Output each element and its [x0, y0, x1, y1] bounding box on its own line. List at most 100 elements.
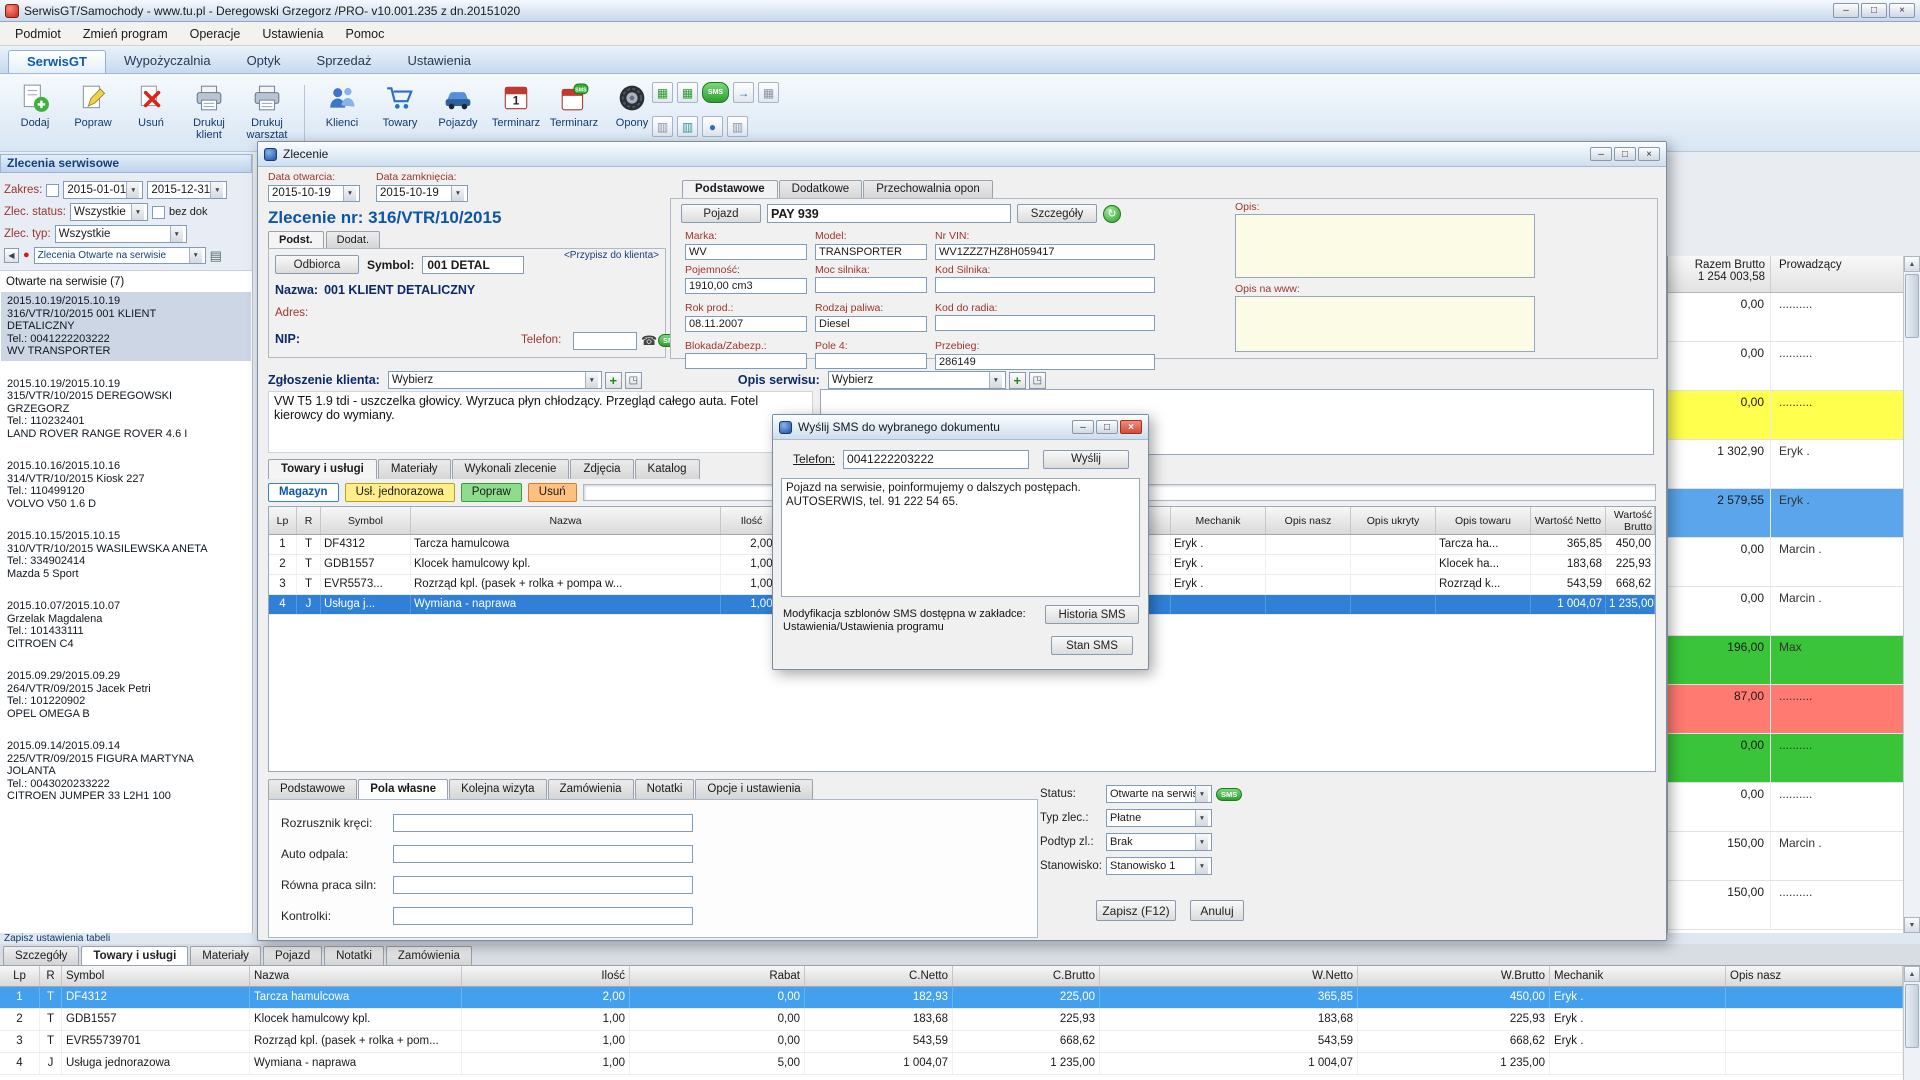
- podtyp-select[interactable]: Brak▼: [1106, 833, 1212, 851]
- field-input[interactable]: 1910,00 cm3: [685, 278, 807, 294]
- add-template-button[interactable]: +: [1009, 372, 1026, 389]
- column-header[interactable]: C.Netto: [805, 966, 953, 986]
- module-tab[interactable]: Sprzedaż: [299, 50, 390, 73]
- column-header[interactable]: Wartość Brutto: [1606, 507, 1655, 534]
- column-header[interactable]: Lp: [0, 966, 40, 986]
- opis-serwisu-select[interactable]: Wybierz▼: [828, 371, 1006, 389]
- order-list-item[interactable]: 2015.10.19/2015.10.19 316/VTR/10/2015 00…: [1, 292, 251, 361]
- order-total-row[interactable]: 150,00 Marcin .: [1668, 832, 1903, 881]
- symbol-value[interactable]: 001 DETAL: [422, 256, 524, 274]
- column-header[interactable]: Symbol: [62, 966, 250, 986]
- custom-field-input[interactable]: [393, 907, 693, 925]
- custom-field-input[interactable]: [393, 814, 693, 832]
- order-total-row[interactable]: 150,00 ..........: [1668, 881, 1903, 930]
- order-list-item[interactable]: 2015.10.16/2015.10.16 314/VTR/10/2015 Ki…: [1, 457, 251, 513]
- bottom-table-row[interactable]: 2 T GDB1557 Klocek hamulcowy kpl. 1,00 0…: [0, 1009, 1903, 1031]
- field-input[interactable]: Diesel: [815, 316, 927, 332]
- order-total-row[interactable]: 0,00 ..........: [1668, 293, 1903, 342]
- background-toolbar-icon[interactable]: ▥: [727, 116, 748, 137]
- magazyn-button[interactable]: Magazyn: [268, 483, 339, 502]
- vertical-scrollbar[interactable]: ▲ ▼: [1903, 256, 1920, 933]
- column-header[interactable]: W.Netto: [1100, 966, 1358, 986]
- order-total-row[interactable]: 0,00 ..........: [1668, 391, 1903, 440]
- background-toolbar-icon[interactable]: ▥: [677, 116, 698, 137]
- details-tab[interactable]: Zamówienia: [548, 779, 634, 799]
- vehicle-tab[interactable]: Przechowalnia opon: [863, 180, 993, 198]
- column-header[interactable]: Nazwa: [411, 507, 721, 534]
- popraw-button[interactable]: Popraw: [461, 483, 522, 502]
- field-input[interactable]: [685, 353, 807, 369]
- order-list-item[interactable]: 2015.09.29/2015.09.29 264/VTR/09/2015 Ja…: [1, 667, 251, 723]
- field-input[interactable]: 08.11.2007: [685, 316, 807, 332]
- column-header[interactable]: R: [297, 507, 321, 534]
- bottom-tab[interactable]: Szczegóły: [3, 946, 79, 965]
- items-tab[interactable]: Katalog: [635, 459, 700, 479]
- pojazd-button[interactable]: Pojazd: [681, 204, 761, 223]
- print-list-icon[interactable]: ▤: [210, 249, 222, 262]
- calendar-dropdown-icon[interactable]: ▼: [343, 186, 356, 201]
- column-header[interactable]: C.Brutto: [953, 966, 1100, 986]
- usun-button[interactable]: Usuń: [528, 483, 577, 502]
- zgloszenie-select[interactable]: Wybierz▼: [388, 371, 602, 389]
- items-tab[interactable]: Materiały: [378, 459, 451, 479]
- bez-dok-checkbox[interactable]: [152, 206, 165, 219]
- scroll-up-icon[interactable]: ▲: [1904, 256, 1920, 272]
- data-otwarcia-input[interactable]: 2015-10-19▼: [268, 185, 360, 202]
- delete-order-button[interactable]: Usuń: [122, 79, 180, 129]
- close-button[interactable]: ×: [1120, 420, 1142, 434]
- alert-icon[interactable]: ●: [23, 250, 30, 261]
- column-header[interactable]: W.Brutto: [1358, 966, 1550, 986]
- column-header[interactable]: Opis nasz: [1726, 966, 1903, 986]
- custom-field-input[interactable]: [393, 845, 693, 863]
- calendar-button[interactable]: 1 Terminarz: [487, 79, 545, 129]
- order-total-row[interactable]: 0,00 ..........: [1668, 783, 1903, 832]
- typ-zlec-select[interactable]: Płatne▼: [1106, 809, 1212, 827]
- module-tab[interactable]: Wypożyczalnia: [106, 50, 229, 73]
- dropdown-arrow-icon[interactable]: ▼: [170, 226, 183, 242]
- calendar-sms-button[interactable]: SMS Terminarz: [545, 79, 603, 129]
- dropdown-arrow-icon[interactable]: ▼: [131, 204, 144, 220]
- dropdown-arrow-icon[interactable]: ▼: [1195, 786, 1208, 802]
- menu-item[interactable]: Podmiot: [4, 24, 72, 44]
- order-total-row[interactable]: 2 579,55 Eryk .: [1668, 489, 1903, 538]
- column-header[interactable]: Opis nasz: [1266, 507, 1351, 534]
- add-order-button[interactable]: Dodaj: [6, 79, 64, 129]
- order-list-item[interactable]: 2015.10.19/2015.10.19 315/VTR/10/2015 DE…: [1, 375, 251, 444]
- column-header[interactable]: Rabat: [630, 966, 805, 986]
- stanowisko-select[interactable]: Stanowisko 1▼: [1106, 857, 1212, 875]
- items-tab[interactable]: Wykonali zlecenie: [452, 459, 570, 479]
- field-input[interactable]: [935, 315, 1155, 331]
- column-header[interactable]: Symbol: [321, 507, 411, 534]
- date-to-input[interactable]: 2015-12-31▼: [147, 181, 227, 199]
- goods-button[interactable]: Towary: [371, 79, 429, 129]
- maximize-button[interactable]: □: [1861, 3, 1887, 18]
- column-header[interactable]: Nazwa: [250, 966, 462, 986]
- menu-item[interactable]: Zmień program: [72, 24, 179, 44]
- phone-icon[interactable]: ☎: [641, 333, 657, 349]
- details-tab[interactable]: Notatki: [635, 779, 695, 799]
- order-total-row[interactable]: 0,00 ..........: [1668, 734, 1903, 783]
- menu-item[interactable]: Operacje: [179, 24, 252, 44]
- bottom-table-row[interactable]: 4 J Usługa jednorazowa Wymiana - naprawa…: [0, 1053, 1903, 1075]
- background-toolbar-icon[interactable]: ▦: [677, 82, 698, 103]
- status-select[interactable]: Wszystkie▼: [70, 203, 148, 221]
- details-tab[interactable]: Pola własne: [358, 779, 448, 799]
- edit-order-button[interactable]: Popraw: [64, 79, 122, 129]
- maximize-button[interactable]: □: [1614, 147, 1636, 161]
- scroll-thumb[interactable]: [1905, 274, 1919, 338]
- details-tab[interactable]: Opcje i ustawienia: [695, 779, 812, 799]
- minimize-button[interactable]: –: [1072, 420, 1094, 434]
- field-input[interactable]: [815, 277, 927, 293]
- field-input[interactable]: WV1ZZZ7HZ8H059417: [935, 244, 1155, 260]
- close-button[interactable]: ×: [1889, 3, 1915, 18]
- dropdown-arrow-icon[interactable]: ▼: [1195, 834, 1208, 850]
- dropdown-arrow-icon[interactable]: ▼: [1195, 858, 1208, 874]
- column-header[interactable]: Wartość Netto: [1531, 507, 1606, 534]
- odbiorca-button[interactable]: Odbiorca: [275, 255, 359, 274]
- expand-button[interactable]: ◳: [1029, 372, 1046, 389]
- column-header[interactable]: Lp: [269, 507, 297, 534]
- print-client-button[interactable]: Drukuj klient: [180, 79, 238, 141]
- sms-status-button[interactable]: Stan SMS: [1051, 636, 1133, 655]
- zgloszenie-text[interactable]: VW T5 1.9 tdi - uszczelka głowicy. Wyrzu…: [268, 391, 813, 453]
- telefon-input[interactable]: [573, 332, 637, 350]
